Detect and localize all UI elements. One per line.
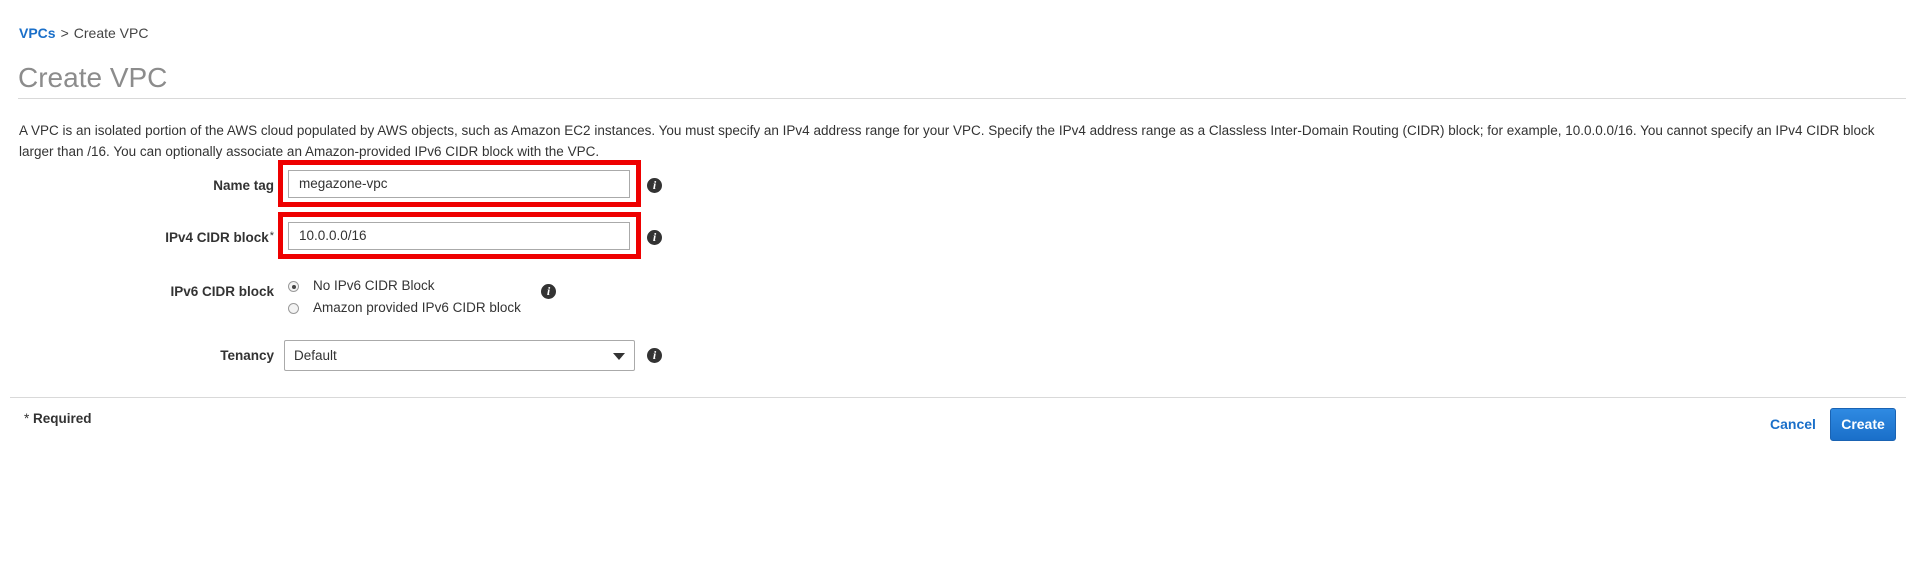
- ipv6-option-amazon-label[interactable]: Amazon provided IPv6 CIDR block: [313, 300, 521, 315]
- page-description: A VPC is an isolated portion of the AWS …: [19, 123, 1875, 159]
- required-asterisk: *: [269, 230, 274, 242]
- ipv6-option-none-label[interactable]: No IPv6 CIDR Block: [313, 278, 435, 293]
- footer-divider: [10, 397, 1906, 398]
- ipv6-cidr-label: IPv6 CIDR block: [170, 284, 274, 299]
- cancel-button[interactable]: Cancel: [1770, 416, 1816, 432]
- breadcrumb-vpcs-link[interactable]: VPCs: [19, 25, 56, 41]
- info-icon[interactable]: i: [541, 284, 556, 299]
- page-title: Create VPC: [18, 62, 168, 93]
- info-icon[interactable]: i: [647, 230, 662, 245]
- breadcrumb-current: Create VPC: [73, 25, 149, 41]
- create-vpc-page: VPCs > Create VPC Create VPC A VPC is an i…: [0, 0, 1912, 567]
- tenancy-selected-value: Default: [294, 348, 337, 363]
- info-icon[interactable]: i: [647, 348, 662, 363]
- tenancy-label: Tenancy: [220, 348, 274, 363]
- required-note-star: *: [24, 411, 30, 426]
- title-divider: [18, 98, 1906, 99]
- ipv4-cidr-label: IPv4 CIDR block*: [165, 230, 274, 245]
- tenancy-select[interactable]: Default: [284, 340, 635, 371]
- create-button[interactable]: Create: [1830, 408, 1896, 441]
- required-note-label: Required: [33, 411, 92, 426]
- radio-button[interactable]: [288, 303, 299, 314]
- caret-down-icon: [613, 353, 625, 360]
- ipv4-cidr-input[interactable]: 10.0.0.0/16: [288, 222, 630, 250]
- info-icon[interactable]: i: [647, 178, 662, 193]
- breadcrumb-separator: >: [60, 25, 69, 41]
- required-note: * Required: [24, 411, 92, 426]
- radio-button-selected[interactable]: [288, 281, 299, 292]
- breadcrumb: VPCs > Create VPC: [19, 25, 148, 41]
- ipv4-cidr-label-text: IPv4 CIDR block: [165, 230, 269, 245]
- name-tag-label: Name tag: [213, 178, 274, 193]
- name-tag-input[interactable]: megazone-vpc: [288, 170, 630, 198]
